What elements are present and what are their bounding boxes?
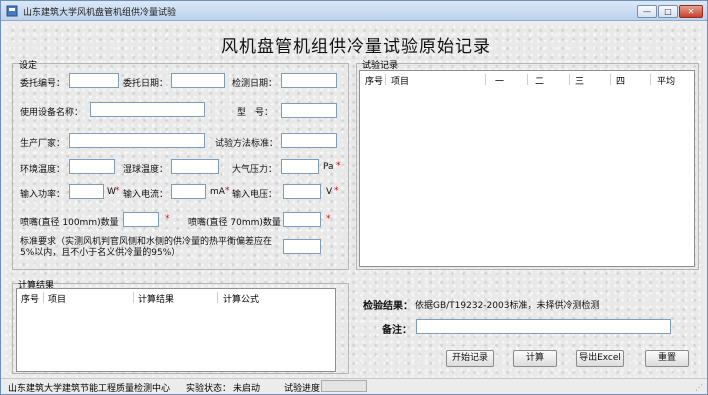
column-divider: [527, 74, 528, 85]
app-window: 山东建筑大学风机盘管机组供冷量试验 — □ ✕ 风机盘管机组供冷量试验原始记录 …: [0, 0, 708, 395]
nozzle-70-label: 喷嘴(直径 70mm)数量: [188, 218, 281, 228]
commission-date-label: 委托日期：: [123, 79, 169, 89]
test-standard-label: 试验方法标准：: [215, 139, 279, 149]
input-voltage-label: 输入电压：: [232, 190, 278, 200]
inspection-result-label: 检验结果：: [363, 301, 413, 312]
maximize-button[interactable]: □: [658, 5, 678, 18]
model-input[interactable]: [281, 103, 337, 118]
page-title: 风机盘管机组供冷量试验原始记录: [221, 37, 491, 57]
export-excel-button[interactable]: 导出Excel: [576, 350, 624, 367]
column-header[interactable]: 序号: [21, 292, 39, 305]
manufacturer-label: 生产厂家：: [20, 139, 66, 149]
reset-button[interactable]: 重置: [645, 350, 689, 367]
title-bar[interactable]: 山东建筑大学风机盘管机组供冷量试验 — □ ✕: [1, 1, 707, 21]
required-mark: *: [225, 186, 230, 196]
commission-date-input[interactable]: [171, 73, 225, 88]
test-progress-bar: [321, 380, 367, 392]
wet-bulb-temp-input[interactable]: [171, 159, 219, 174]
ambient-temp-label: 环境温度：: [20, 165, 66, 175]
status-progress-label: 试验进度: [284, 384, 321, 394]
column-header[interactable]: 项目: [391, 74, 409, 87]
settings-group-label: 设定: [19, 61, 38, 71]
air-pressure-unit: Pa: [323, 162, 334, 172]
remark-label: 备注：: [382, 325, 412, 336]
manufacturer-input[interactable]: [69, 133, 205, 148]
start-record-button[interactable]: 开始记录: [446, 350, 494, 367]
input-voltage-input[interactable]: [283, 184, 321, 199]
input-voltage-unit: V: [326, 187, 333, 197]
column-divider: [133, 292, 134, 303]
air-pressure-label: 大气压力：: [232, 165, 278, 175]
app-icon: [6, 5, 18, 17]
test-record-table[interactable]: 序号 项目 一 二 三 四 平均: [359, 70, 695, 267]
test-date-label: 检测日期：: [232, 79, 278, 89]
input-current-label: 输入电流：: [123, 190, 169, 200]
nozzle-100-label: 喷嘴(直径 100mm)数量: [20, 218, 119, 228]
column-divider: [485, 74, 486, 85]
column-header[interactable]: 序号: [365, 74, 383, 87]
calculate-button[interactable]: 计算: [513, 350, 557, 367]
column-header[interactable]: 一: [495, 74, 504, 87]
input-current-unit: mA: [210, 187, 225, 197]
standard-requirement-input[interactable]: [283, 239, 321, 254]
device-name-label: 使用设备名称：: [20, 108, 84, 118]
standard-requirement-text: 标准要求（实测风机判官风侧和水侧的供冷量的热平衡偏差应在5%以内，且不小于名义供…: [20, 237, 273, 258]
nozzle-100-input[interactable]: [123, 212, 159, 227]
commission-no-input[interactable]: [69, 73, 119, 88]
column-divider: [385, 74, 386, 85]
required-mark: *: [115, 186, 120, 196]
remark-input[interactable]: [416, 319, 671, 334]
wet-bulb-temp-label: 湿球温度：: [123, 165, 169, 175]
column-header[interactable]: 计算公式: [223, 292, 259, 305]
window-title: 山东建筑大学风机盘管机组供冷量试验: [23, 8, 177, 18]
column-divider: [217, 292, 218, 303]
status-state-label: 实验状态：: [186, 384, 232, 394]
commission-no-label: 委托编号：: [20, 79, 66, 89]
model-label: 型 号：: [237, 108, 274, 118]
required-mark: *: [336, 161, 341, 171]
column-header[interactable]: 二: [535, 74, 544, 87]
required-mark: *: [165, 214, 170, 224]
column-divider: [610, 74, 611, 85]
status-state-value: 未启动: [233, 384, 261, 394]
close-button[interactable]: ✕: [679, 5, 703, 18]
status-organization: 山东建筑大学建筑节能工程质量检测中心: [8, 384, 171, 394]
calc-result-table[interactable]: 序号 项目 计算结果 计算公式: [16, 288, 336, 372]
column-header[interactable]: 四: [616, 74, 625, 87]
column-header[interactable]: 计算结果: [138, 292, 174, 305]
resize-grip-icon[interactable]: ⋰: [695, 383, 705, 393]
required-mark: *: [334, 186, 339, 196]
column-header[interactable]: 项目: [48, 292, 66, 305]
column-divider: [650, 74, 651, 85]
column-header[interactable]: 三: [575, 74, 584, 87]
air-pressure-input[interactable]: [281, 159, 319, 174]
input-power-input[interactable]: [69, 184, 104, 199]
test-date-input[interactable]: [281, 73, 337, 88]
nozzle-70-input[interactable]: [283, 212, 321, 227]
column-header[interactable]: 平均: [657, 74, 675, 87]
minimize-button[interactable]: —: [637, 5, 657, 18]
required-mark: *: [326, 214, 331, 224]
input-power-label: 输入功率：: [20, 190, 66, 200]
input-current-input[interactable]: [171, 184, 206, 199]
column-divider: [43, 292, 44, 303]
ambient-temp-input[interactable]: [69, 159, 115, 174]
test-standard-input[interactable]: [281, 133, 337, 148]
inspection-result-text: 依据GB/T19232-2003标准，未择供冷测检测: [415, 301, 600, 311]
status-bar: 山东建筑大学建筑节能工程质量检测中心 实验状态： 未启动 试验进度 ⋰: [1, 378, 707, 394]
device-name-input[interactable]: [90, 102, 205, 117]
column-divider: [569, 74, 570, 85]
